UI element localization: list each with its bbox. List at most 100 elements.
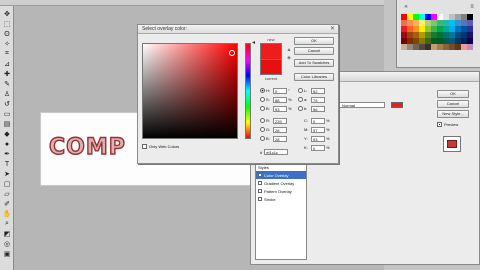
only-web-colors-checkbox[interactable]	[142, 144, 147, 149]
new-color-label: new	[267, 37, 275, 42]
color-field-unit: °	[288, 88, 290, 93]
color-field-input[interactable]: 239	[273, 117, 287, 124]
marquee-icon[interactable]: ⬚	[2, 20, 12, 28]
current-color-swatch[interactable]	[260, 59, 282, 75]
web-safe-warning-icon[interactable]: ◈	[286, 55, 292, 61]
brush-icon[interactable]: ✎	[2, 80, 12, 88]
color-field-label: G:	[266, 127, 271, 132]
overlay-color-swatch[interactable]	[391, 102, 403, 108]
color-field-row: S: 88%	[260, 96, 293, 103]
color-mode-radio[interactable]	[260, 127, 265, 132]
color-mode-radio[interactable]	[260, 88, 265, 93]
new-style-button[interactable]: New Style...	[437, 110, 469, 118]
color-field-row: L: 52	[298, 87, 331, 94]
style-list-item[interactable]: Gradient Overlay	[256, 179, 306, 187]
zoom-icon[interactable]: ⌕	[2, 220, 12, 228]
panel-menu-icon[interactable]: ≡	[467, 4, 477, 11]
color-field-input[interactable]: 28	[273, 126, 287, 133]
color-field-input[interactable]: 93	[273, 105, 287, 112]
color-field-label: H:	[266, 88, 270, 93]
color-field-input[interactable]: 75	[311, 96, 325, 103]
foreground-background-colors-icon[interactable]: ◩	[2, 230, 12, 238]
color-field-input[interactable]: 56	[311, 105, 325, 112]
swatch[interactable]	[467, 44, 473, 50]
color-mode-radio[interactable]	[260, 136, 265, 141]
pen-icon[interactable]: ✒	[2, 150, 12, 158]
color-field-input[interactable]: 93	[311, 135, 325, 142]
dodge-icon[interactable]: ●	[2, 140, 12, 148]
color-field-input[interactable]: 52	[311, 87, 325, 94]
style-list-item[interactable]: Color Overlay	[256, 171, 306, 179]
hand-icon[interactable]: ✋	[2, 210, 12, 218]
magic-wand-icon[interactable]: ✧	[2, 40, 12, 48]
preview-label: Preview	[444, 122, 459, 127]
color-field-label: Y:	[304, 136, 308, 141]
tools-panel: ✥ ⬚ ʘ ✧ ⌗ ⊿ ✚ ✎ ♙ ↺ ▭ ▤ ◆ ● ✒ T ➤ ▢ ▱ ✐ ✋ ⌕ ◩ ◎ ▣	[0, 6, 14, 270]
slice-icon[interactable]: ⊿	[2, 60, 12, 68]
add-to-swatches-button[interactable]: Add To Swatches	[294, 59, 334, 67]
color-field-unit: %	[326, 127, 330, 132]
color-field-row: K: 0%	[298, 144, 331, 151]
picker-ok-button[interactable]: OK	[294, 37, 334, 45]
screen-mode-icon[interactable]: ▣	[2, 250, 12, 258]
color-mode-radio[interactable]	[298, 106, 303, 111]
color-field-marker[interactable]	[229, 50, 235, 56]
quick-mask-icon[interactable]: ◎	[2, 240, 12, 248]
style-list-item[interactable]: Stroke	[256, 195, 306, 203]
color-mode-radio[interactable]	[298, 88, 303, 93]
clone-stamp-icon[interactable]: ♙	[2, 90, 12, 98]
hue-slider-arrow-icon[interactable]: ◂	[252, 39, 255, 46]
move-icon[interactable]: ✥	[2, 10, 12, 18]
style-enable-checkbox[interactable]	[258, 197, 262, 201]
color-field-input[interactable]: 0	[311, 117, 325, 124]
workspace: ✥ ⬚ ʘ ✧ ⌗ ⊿ ✚ ✎ ♙ ↺ ▭ ▤ ◆ ● ✒ T ➤ ▢ ▱ ✐ ✋ ⌕ ◩ ◎ ▣ COMP « ≡ Norma…	[0, 0, 480, 270]
hue-slider[interactable]	[245, 43, 251, 139]
color-field-input[interactable]: 88	[273, 96, 287, 103]
close-icon[interactable]: ✕	[329, 26, 336, 32]
style-enable-checkbox[interactable]	[258, 189, 262, 193]
color-mode-radio[interactable]	[298, 97, 303, 102]
color-field-row: G: 28	[260, 126, 293, 133]
blend-mode-select[interactable]: Normal	[339, 102, 385, 108]
preview-checkbox-row[interactable]: Preview	[437, 121, 458, 128]
crop-icon[interactable]: ⌗	[2, 50, 12, 58]
color-field-input[interactable]: 0	[311, 144, 325, 151]
color-mode-radio[interactable]	[260, 97, 265, 102]
style-enable-checkbox[interactable]	[258, 173, 262, 177]
color-libraries-button[interactable]: Color Libraries	[294, 73, 334, 81]
color-field-label: C:	[304, 118, 308, 123]
color-picker-title: Select overlay color:	[138, 25, 338, 34]
canvas-art-text: COMP	[48, 134, 126, 160]
style-list-item[interactable]: Pattern Overlay	[256, 187, 306, 195]
notes-icon[interactable]: ▱	[2, 190, 12, 198]
history-brush-icon[interactable]: ↺	[2, 100, 12, 108]
style-list-item[interactable]: Styles	[256, 163, 306, 171]
picker-cancel-button[interactable]: Cancel	[294, 47, 334, 55]
blur-icon[interactable]: ◆	[2, 130, 12, 138]
style-enable-checkbox[interactable]	[258, 181, 262, 185]
preview-checkbox[interactable]	[437, 122, 442, 127]
only-web-colors-row[interactable]: Only Web Colors	[142, 144, 179, 149]
hex-input[interactable]: ef1c1c	[264, 149, 289, 155]
color-mode-radio[interactable]	[260, 118, 265, 123]
color-field-input[interactable]: 28	[273, 135, 287, 142]
color-field-input[interactable]: 0	[273, 87, 287, 94]
shape-icon[interactable]: ▢	[2, 180, 12, 188]
layer-style-cancel-button[interactable]: Cancel	[437, 100, 469, 108]
layer-style-ok-button[interactable]: OK	[437, 90, 469, 98]
color-mode-radio[interactable]	[260, 106, 265, 111]
eyedropper-icon[interactable]: ✐	[2, 200, 12, 208]
color-field-input[interactable]: 97	[311, 126, 325, 133]
type-icon[interactable]: T	[2, 160, 12, 168]
lasso-icon[interactable]: ʘ	[2, 30, 12, 38]
eraser-icon[interactable]: ▭	[2, 110, 12, 118]
gradient-icon[interactable]: ▤	[2, 120, 12, 128]
out-of-gamut-warning-icon[interactable]: ▲	[286, 47, 292, 53]
panel-collapse-icon[interactable]: «	[401, 4, 411, 11]
saturation-brightness-field[interactable]	[142, 43, 238, 139]
hex-label: #	[260, 149, 263, 155]
healing-brush-icon[interactable]: ✚	[2, 70, 12, 78]
color-field-row: B: 28	[260, 135, 293, 142]
path-selection-icon[interactable]: ➤	[2, 170, 12, 178]
color-field-label: b:	[304, 106, 308, 111]
